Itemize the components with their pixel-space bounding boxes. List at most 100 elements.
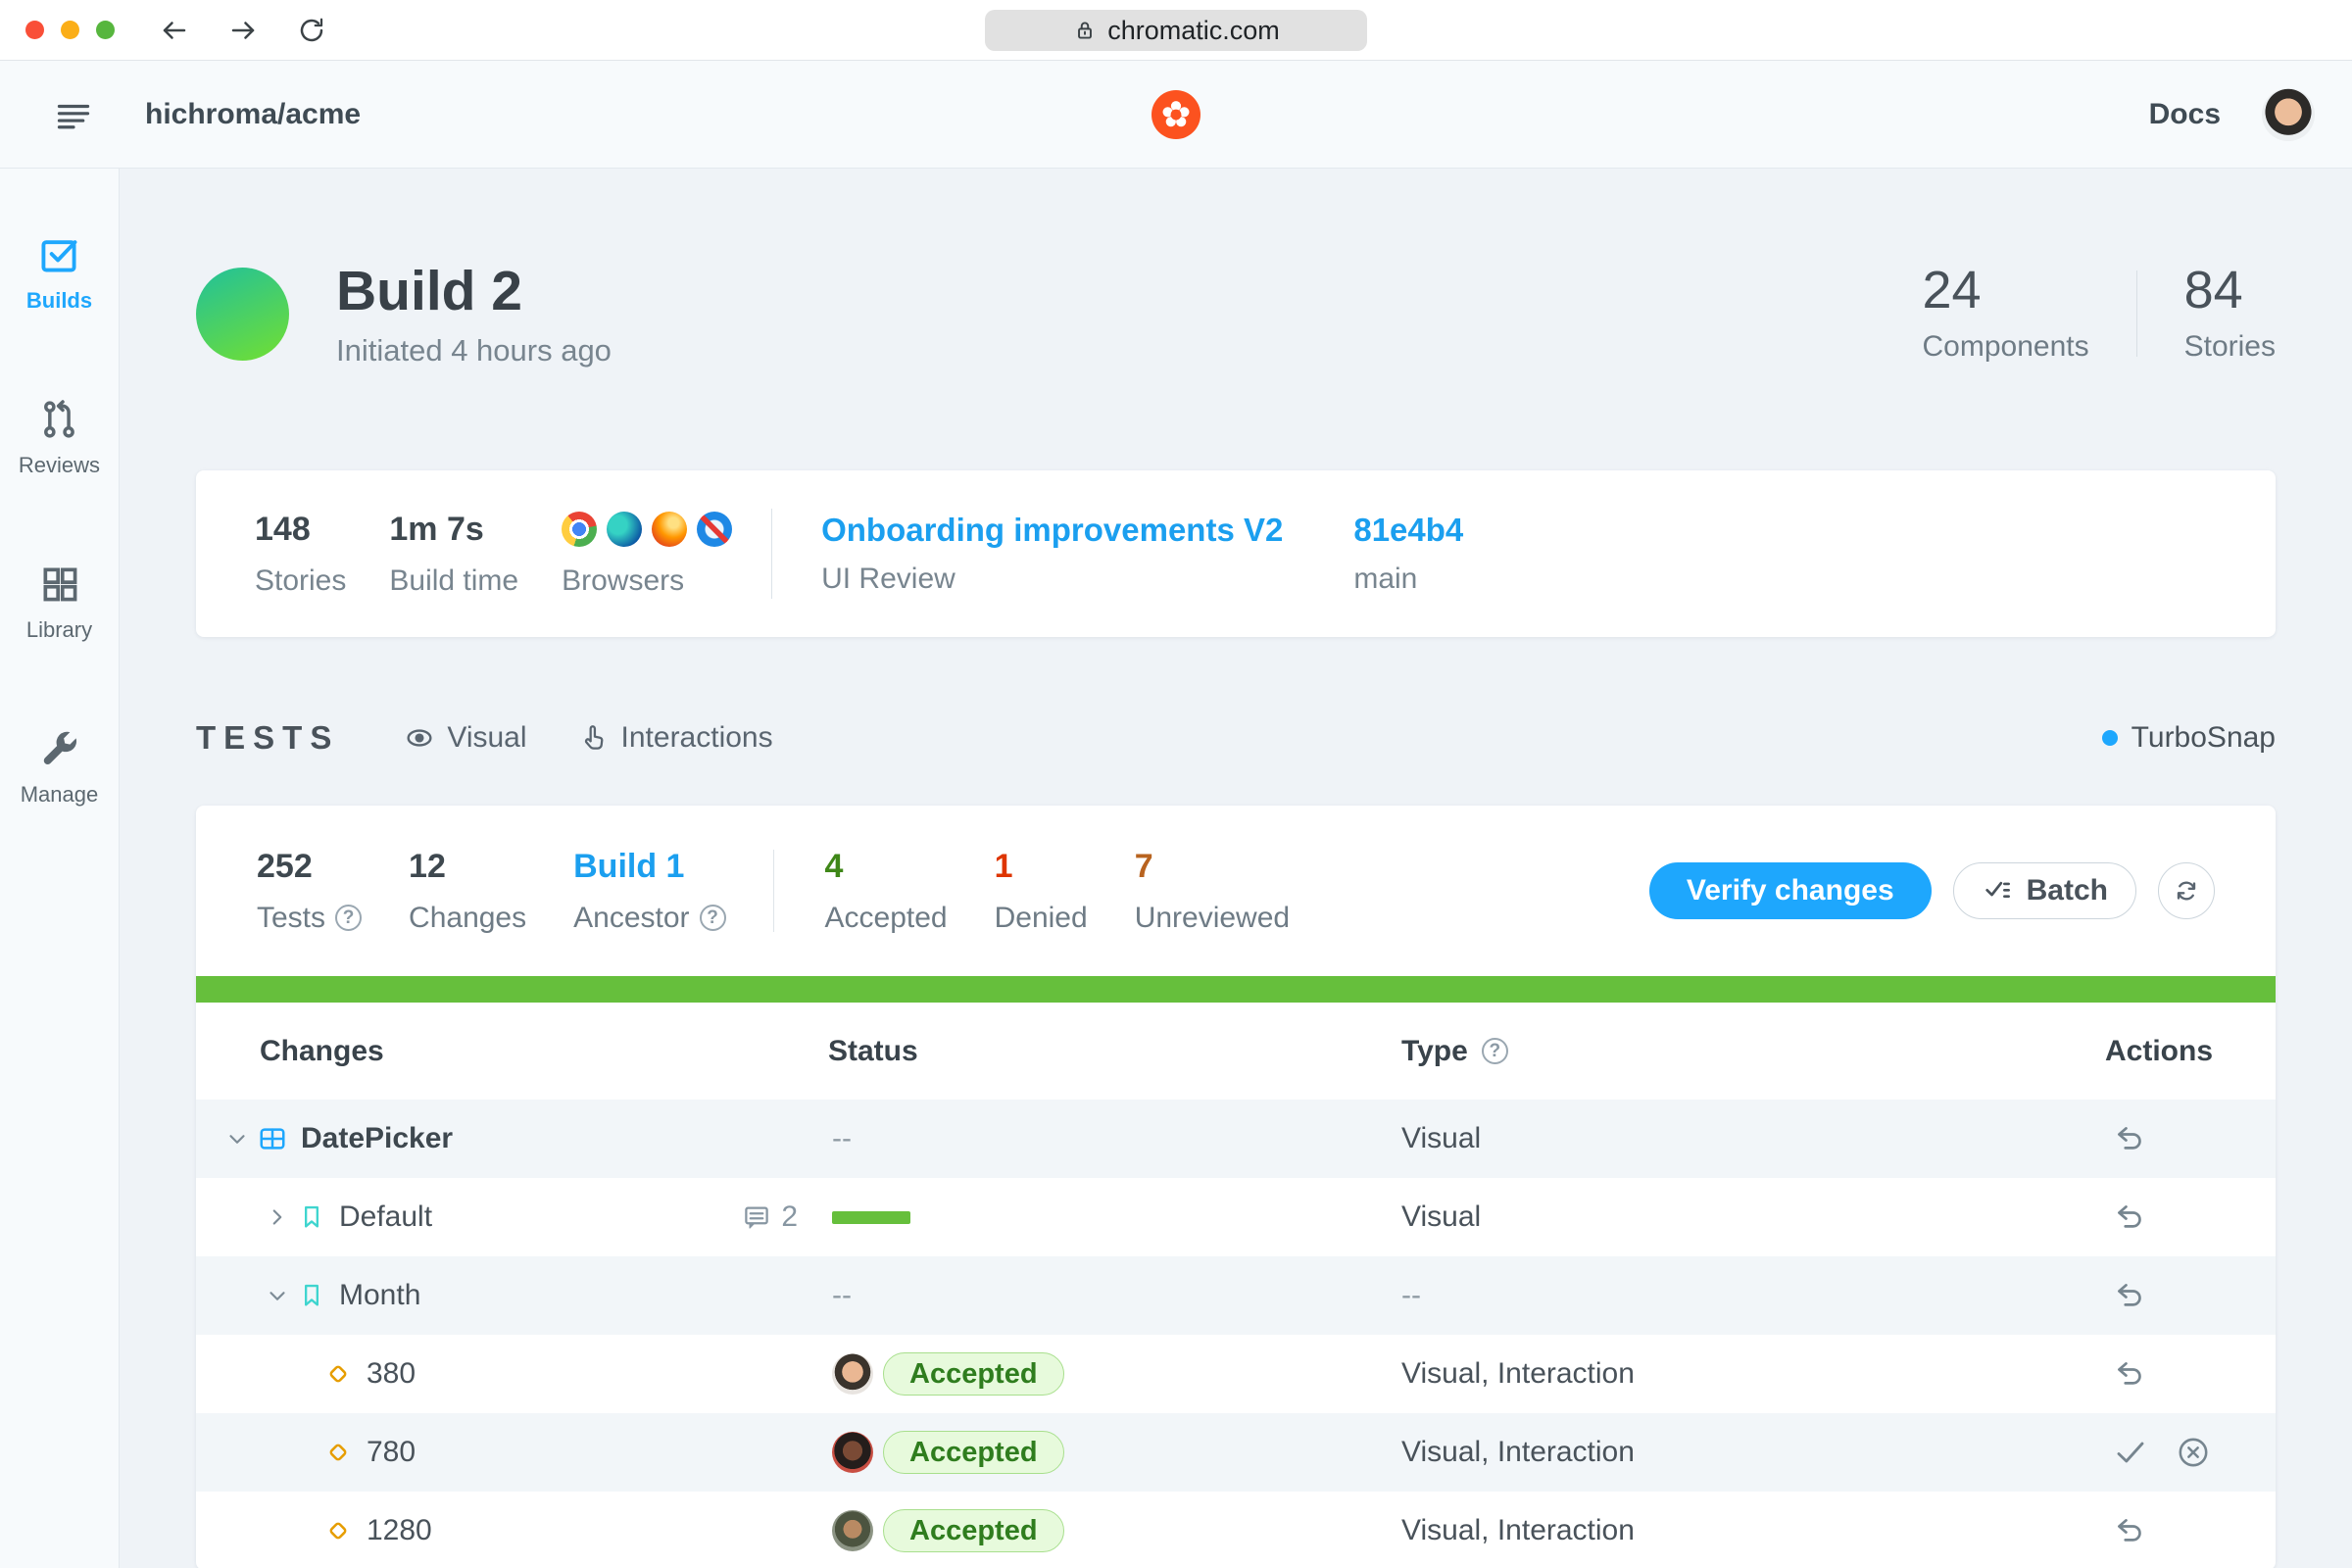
actions-cell [2105, 1279, 2276, 1312]
turbosnap-dot-icon [2102, 730, 2118, 746]
checklist-icon [1982, 874, 2015, 907]
sidebar-item-builds[interactable]: Builds [26, 233, 92, 314]
undo-action-icon[interactable] [2113, 1122, 2146, 1155]
sidebar-item-library[interactable]: Library [26, 563, 92, 643]
commit-block: 81e4b4 main [1353, 512, 1463, 596]
address-bar[interactable]: chromatic.com [985, 10, 1367, 51]
row-expand-toggle[interactable] [265, 1204, 290, 1230]
build-time-stat: 1m 7s Build time [389, 511, 518, 598]
edge-browser-icon [607, 512, 642, 547]
undo-action-icon[interactable] [2113, 1514, 2146, 1547]
undo-action-icon[interactable] [2113, 1200, 2146, 1234]
accepted-badge[interactable]: Accepted [883, 1509, 1064, 1552]
commit-link[interactable]: 81e4b4 [1353, 512, 1463, 549]
help-icon[interactable] [700, 905, 726, 931]
divider [2136, 270, 2137, 357]
org-breadcrumb[interactable]: hichroma/acme [145, 98, 361, 131]
column-header-type: Type [1401, 1035, 2105, 1068]
menu-icon[interactable] [57, 100, 90, 129]
sidebar-item-reviews[interactable]: Reviews [19, 398, 100, 478]
library-grid-icon [38, 563, 81, 606]
sidebar-label: Library [26, 617, 92, 643]
deny-action-icon[interactable] [2176, 1435, 2211, 1470]
build-subtitle: Initiated 4 hours ago [336, 333, 612, 368]
batch-button[interactable]: Batch [1953, 862, 2136, 919]
row-expand-toggle[interactable] [224, 1126, 250, 1152]
comment-indicator[interactable]: 2 [742, 1200, 798, 1234]
type-cell: Visual, Interaction [1401, 1436, 2105, 1469]
changes-count-stat: 12 Changes [409, 848, 526, 935]
docs-link[interactable]: Docs [2149, 98, 2221, 131]
actions-cell [2105, 1200, 2276, 1234]
sidebar-label: Builds [26, 288, 92, 314]
stories-count-stat: 148 Stories [255, 511, 346, 598]
user-avatar[interactable] [2262, 88, 2315, 141]
type-value: Visual [1401, 1122, 1481, 1154]
help-icon[interactable] [335, 905, 362, 931]
tests-summary-row: 252 Tests 12 Changes Build 1 Ancestor 4 [196, 806, 2276, 976]
help-icon[interactable] [1482, 1038, 1508, 1064]
type-cell: Visual, Interaction [1401, 1357, 2105, 1391]
sidebar-label: Manage [21, 782, 99, 808]
undo-action-icon[interactable] [2113, 1279, 2146, 1312]
accepted-badge[interactable]: Accepted [883, 1431, 1064, 1474]
accepted-badge[interactable]: Accepted [883, 1352, 1064, 1396]
changes-table: DatePicker -- Visual Default 2 Visual Mo… [196, 1100, 2276, 1568]
type-cell: Visual [1401, 1200, 2105, 1234]
story-name: Default [339, 1200, 432, 1234]
table-row-month[interactable]: Month -- -- [196, 1256, 2276, 1335]
branch-block: Onboarding improvements V2 UI Review [821, 512, 1283, 596]
table-row-datepicker[interactable]: DatePicker -- Visual [196, 1100, 2276, 1178]
maximize-window-button[interactable] [96, 21, 115, 39]
type-cell: Visual, Interaction [1401, 1514, 2105, 1547]
type-value: Visual, Interaction [1401, 1436, 1635, 1468]
status-empty: -- [832, 1279, 852, 1312]
type-cell: -- [1401, 1279, 2105, 1312]
undo-action-icon[interactable] [2113, 1357, 2146, 1391]
sync-icon [2172, 876, 2201, 906]
reviewer-avatar [832, 1510, 873, 1551]
table-row-1280[interactable]: 1280 Accepted Visual, Interaction [196, 1492, 2276, 1568]
commit-branch: main [1353, 563, 1463, 596]
status-cell: -- [828, 1122, 1401, 1155]
status-cell: Accepted [828, 1431, 1401, 1474]
back-icon[interactable] [160, 16, 189, 45]
reload-icon[interactable] [297, 16, 326, 45]
lock-icon [1072, 18, 1098, 43]
verify-changes-button[interactable]: Verify changes [1649, 862, 1932, 919]
actions-cell [2105, 1357, 2276, 1391]
accept-action-icon[interactable] [2113, 1435, 2148, 1470]
chrome-browser-icon [562, 512, 597, 547]
tests-card: 252 Tests 12 Changes Build 1 Ancestor 4 [196, 806, 2276, 1568]
ancestor-build-link[interactable]: Build 1 [573, 848, 725, 886]
table-row-default[interactable]: Default 2 Visual [196, 1178, 2276, 1256]
safari-browser-icon [697, 512, 732, 547]
story-progress-bar [832, 1211, 910, 1224]
sidebar-item-manage[interactable]: Manage [21, 727, 99, 808]
comment-count: 2 [781, 1200, 798, 1234]
filter-interactions[interactable]: Interactions [578, 721, 773, 755]
tests-toolbar: TESTS Visual Interactions [196, 719, 2276, 757]
ancestor-stat: Build 1 Ancestor [573, 848, 725, 935]
chromatic-logo-icon[interactable] [1152, 90, 1200, 139]
status-cell: Accepted [828, 1509, 1401, 1552]
minimize-window-button[interactable] [61, 21, 79, 39]
branch-link[interactable]: Onboarding improvements V2 [821, 512, 1283, 549]
url-text: chromatic.com [1107, 16, 1280, 46]
unreviewed-stat: 7 Unreviewed [1135, 848, 1290, 935]
forward-icon[interactable] [228, 16, 258, 45]
browser-chrome: chromatic.com [0, 0, 2352, 61]
close-window-button[interactable] [25, 21, 44, 39]
turbosnap-link[interactable]: TurboSnap [2102, 721, 2276, 755]
tests-count-stat: 252 Tests [257, 848, 362, 935]
row-expand-toggle[interactable] [265, 1283, 290, 1308]
rerun-button[interactable] [2158, 862, 2215, 919]
table-row-380[interactable]: 380 Accepted Visual, Interaction [196, 1335, 2276, 1413]
builds-checkbox-icon [37, 233, 80, 276]
tests-heading: TESTS [196, 719, 339, 757]
chromatic-build-page: chromatic.com hichroma/acme Docs [0, 0, 2352, 1568]
table-row-780[interactable]: 780 Accepted Visual, Interaction [196, 1413, 2276, 1492]
branch-subtitle: UI Review [821, 563, 1283, 596]
filter-visual[interactable]: Visual [404, 721, 526, 755]
column-header-status: Status [828, 1035, 1401, 1068]
